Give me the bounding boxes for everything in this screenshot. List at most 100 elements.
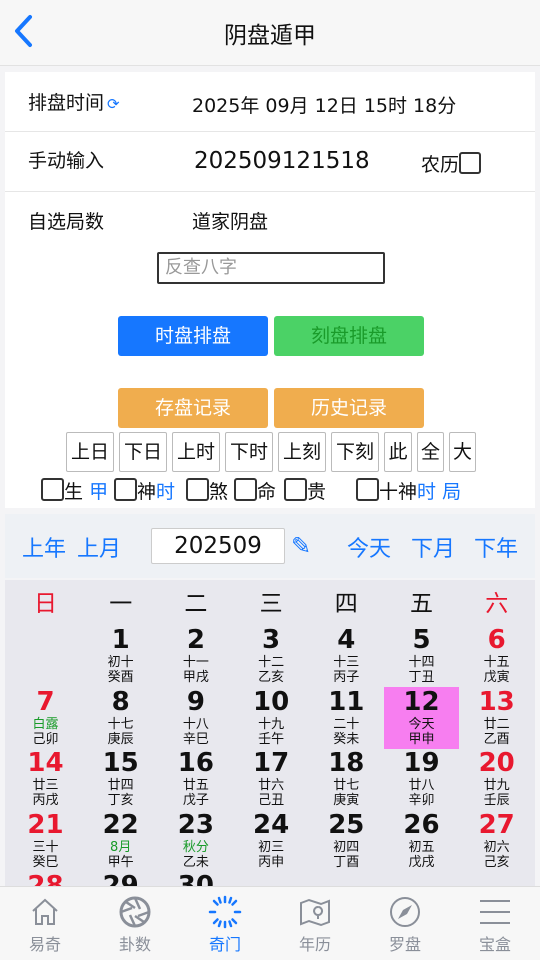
calendar-day[interactable]: 19 廿八 辛卯 (384, 748, 459, 810)
tab-label: 宝盒 (478, 935, 511, 954)
calendar-day[interactable]: 13 廿二 乙酉 (459, 687, 534, 749)
all-button[interactable]: 全 (417, 432, 444, 472)
calendar-day[interactable]: 16 廿五 戊子 (158, 748, 233, 810)
tab-label: 年历 (298, 935, 331, 954)
shishen-shi-link[interactable]: 时 (417, 481, 436, 503)
history-record-button[interactable]: 历史记录 (274, 388, 424, 428)
mode-select[interactable]: 道家阴盘 (192, 207, 268, 234)
calendar-day[interactable]: 25 初四 丁酉 (309, 810, 384, 872)
next-day-button[interactable]: 下日 (119, 432, 167, 472)
calendar-day[interactable]: 5 十四 丁丑 (384, 625, 459, 687)
lunar-day: 8月 (110, 839, 132, 855)
calendar-day[interactable]: 10 十九 壬午 (234, 687, 309, 749)
shi-link[interactable]: 时 (156, 481, 175, 503)
ganzhi-day: 戊戌 (408, 854, 435, 870)
option-shen[interactable]: 神时 (114, 477, 175, 507)
year-month-input[interactable]: 202509 (151, 528, 285, 564)
tab-luopan[interactable]: 罗盘 (360, 887, 450, 960)
tab-qimen[interactable]: 奇门 (180, 887, 270, 960)
day-number: 1 (111, 625, 130, 655)
tab-guashu[interactable]: 卦数 (90, 887, 180, 960)
sheng-checkbox[interactable] (41, 478, 64, 501)
shishen-checkbox[interactable] (356, 478, 379, 501)
calendar-day[interactable]: 18 廿七 庚寅 (309, 748, 384, 810)
calendar-day[interactable]: 4 十三 丙子 (309, 625, 384, 687)
mode-label: 自选局数 (28, 211, 105, 233)
next-ke-button[interactable]: 下刻 (331, 432, 379, 472)
time-row[interactable]: 排盘时间 ⟳ 2025年 09月 12日 15时 18分 (5, 72, 535, 132)
time-value[interactable]: 2025年 09月 12日 15时 18分 (192, 91, 456, 118)
lunar-day: 十四 (408, 655, 435, 670)
calendar-day[interactable]: 24 初三 丙申 (234, 810, 309, 872)
option-sha[interactable]: 煞 (186, 477, 228, 507)
prev-year-link[interactable]: 上年 (22, 531, 66, 563)
calendar-day[interactable]: 27 初六 己亥 (459, 810, 534, 872)
lunar-day: 初五 (408, 839, 435, 855)
prev-month-link[interactable]: 上月 (77, 531, 121, 563)
calendar-day[interactable]: 14 廿三 丙戌 (8, 748, 83, 810)
next-month-link[interactable]: 下月 (411, 531, 455, 563)
map-pin-icon (300, 898, 330, 927)
this-button[interactable]: 此 (384, 432, 412, 472)
lunar-day: 初四 (333, 839, 360, 855)
lunar-day: 廿四 (107, 778, 134, 793)
day-number: 26 (403, 809, 440, 840)
option-gui[interactable]: 贵 (284, 477, 326, 507)
ganzhi-day: 辛卯 (408, 793, 435, 808)
weekday-header: 三 (259, 591, 283, 617)
calendar-day[interactable]: 23 秋分 乙未 (158, 810, 233, 872)
hour-chart-button[interactable]: 时盘排盘 (118, 316, 268, 356)
calendar-day[interactable]: 8 十七 庚辰 (83, 687, 158, 749)
lunar-day: 十三 (333, 655, 360, 670)
day-number: 9 (186, 686, 205, 717)
calendar-day[interactable]: 6 十五 戊寅 (459, 625, 534, 687)
day-number: 2 (186, 625, 205, 655)
lunar-day: 三十 (32, 839, 59, 855)
calendar-day[interactable]: 22 8月 甲午 (83, 810, 158, 872)
lunar-checkbox[interactable] (459, 152, 482, 174)
calendar-day[interactable]: 9 十八 辛巳 (158, 687, 233, 749)
pencil-icon[interactable]: ✎ (291, 532, 311, 560)
today-link[interactable]: 今天 (347, 531, 391, 563)
sha-checkbox[interactable] (186, 478, 209, 501)
calendar-day[interactable]: 3 十二 乙亥 (234, 625, 309, 687)
weekday-header: 六 (485, 591, 509, 617)
option-sheng[interactable]: 生 甲 (41, 477, 108, 507)
next-year-link[interactable]: 下年 (474, 531, 518, 563)
tab-yiqi[interactable]: 易奇 (0, 887, 90, 960)
calendar-day[interactable]: 15 廿四 丁亥 (83, 748, 158, 810)
calendar-day[interactable]: 21 三十 癸巳 (8, 810, 83, 872)
calendar-day[interactable]: 26 初五 戊戌 (384, 810, 459, 872)
option-shishen[interactable]: 十神时 局 (356, 477, 461, 507)
manual-input[interactable]: 202509121518 (194, 148, 370, 174)
ganzhi-day: 丙申 (258, 854, 285, 870)
calendar-day[interactable]: 2 十一 甲戌 (158, 625, 233, 687)
calendar-day[interactable]: 7 白露 己卯 (8, 687, 83, 749)
tab-nianli[interactable]: 年历 (270, 887, 360, 960)
prev-hour-button[interactable]: 上时 (172, 432, 220, 472)
shen-checkbox[interactable] (114, 478, 137, 501)
save-record-button[interactable]: 存盘记录 (118, 388, 268, 428)
prev-ke-button[interactable]: 上刻 (278, 432, 326, 472)
ke-chart-button[interactable]: 刻盘排盘 (274, 316, 424, 356)
lunar-day: 初十 (107, 655, 134, 670)
refresh-icon[interactable]: ⟳ (107, 95, 120, 113)
option-ming[interactable]: 命 (234, 477, 276, 507)
calendar-day[interactable]: 20 廿九 壬辰 (459, 748, 534, 810)
ming-checkbox[interactable] (234, 478, 257, 501)
ju-link[interactable]: 局 (442, 481, 461, 503)
calendar-day[interactable]: 17 廿六 己丑 (234, 748, 309, 810)
prev-day-button[interactable]: 上日 (66, 432, 114, 472)
calendar-day-today[interactable]: 12 今天 甲申 (384, 686, 459, 749)
bazi-lookup-input[interactable]: 反查八字 (157, 252, 385, 284)
tab-baohe[interactable]: 宝盒 (450, 887, 540, 960)
calendar-day[interactable]: 11 二十 癸未 (309, 687, 384, 749)
day-number: 27 (478, 809, 515, 840)
lunar-option[interactable]: 农历 (421, 150, 482, 177)
large-button[interactable]: 大 (449, 432, 476, 472)
jia-link[interactable]: 甲 (89, 481, 108, 503)
gui-checkbox[interactable] (284, 478, 307, 501)
lunar-day: 廿二 (483, 716, 510, 732)
next-hour-button[interactable]: 下时 (225, 432, 273, 472)
calendar-day[interactable]: 1 初十 癸酉 (83, 625, 158, 687)
